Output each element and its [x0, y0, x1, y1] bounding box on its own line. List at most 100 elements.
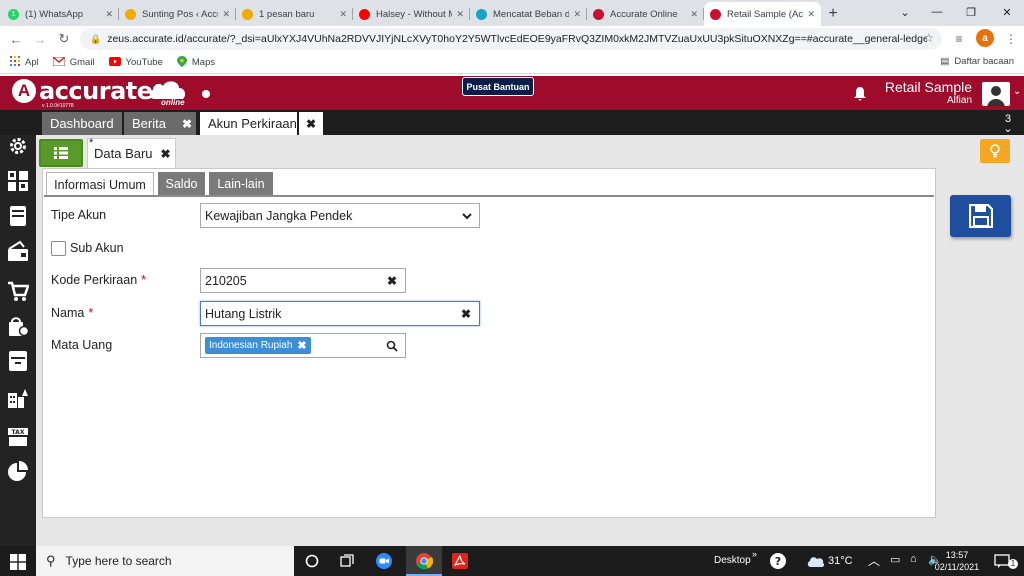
new-tab-button[interactable]: + — [821, 2, 845, 26]
help-center-button[interactable]: Pusat Bantuan — [462, 77, 534, 96]
name-input[interactable]: Hutang Listrik ✖ — [200, 301, 480, 326]
bookmark-star-icon[interactable]: ☆ — [923, 31, 934, 45]
account-code-input[interactable]: 210205 ✖ — [200, 268, 406, 293]
chrome-icon — [414, 551, 434, 571]
close-icon[interactable]: ✖ — [182, 117, 192, 131]
bookmark-youtube[interactable]: YouTube — [108, 56, 163, 69]
list-view-button[interactable] — [39, 139, 83, 167]
close-icon[interactable]: ✕ — [339, 9, 347, 20]
browser-tab[interactable]: Sunting Pos ‹ Accurate ✕ — [119, 2, 236, 26]
reading-queue-icon[interactable]: ≡ — [948, 28, 970, 50]
system-clock[interactable]: 13:57 02/11/2021 — [934, 549, 980, 573]
browser-tab[interactable]: 1 pesan baru ✕ — [236, 2, 353, 26]
zoom-app-icon[interactable] — [374, 551, 394, 571]
browser-tab[interactable]: Halsey - Without Me✕ — [353, 2, 470, 26]
menu-kebab-icon[interactable]: ⋮ — [1002, 28, 1020, 50]
reports-pie-chart-icon[interactable] — [7, 460, 29, 482]
browser-tab-title: Retail Sample (Accurate) — [727, 8, 804, 20]
close-icon[interactable]: ✕ — [222, 9, 230, 20]
toolbar-expand-icon[interactable]: » — [752, 549, 757, 559]
close-window-button[interactable]: ✕ — [990, 0, 1024, 24]
company-info[interactable]: Retail Sample Alfian — [860, 80, 972, 107]
bookmark-apps[interactable]: Apl — [10, 56, 39, 69]
accurate-icon — [593, 8, 604, 20]
desktop-toolbar-label[interactable]: Desktop — [714, 555, 751, 566]
profile-avatar[interactable]: a — [976, 29, 994, 47]
name-label: Nama * — [51, 306, 94, 320]
battery-icon[interactable]: ▭ — [890, 553, 900, 566]
clear-icon[interactable]: ✖ — [461, 307, 471, 321]
acrobat-pdf-icon[interactable] — [450, 551, 470, 571]
tips-button[interactable] — [980, 139, 1010, 163]
browser-tab-title: 1 pesan baru — [259, 8, 315, 20]
forward-icon[interactable]: → — [28, 27, 52, 51]
clear-icon[interactable]: ✖ — [387, 274, 397, 288]
minimize-button[interactable]: — — [920, 0, 954, 24]
sub-account-label: Sub Akun — [70, 241, 124, 255]
brand-wordmark: accurate — [39, 77, 153, 105]
back-icon[interactable]: ← — [4, 27, 28, 51]
account-type-select[interactable]: Kewajiban Jangka Pendek — [200, 203, 480, 228]
task-view-icon[interactable] — [337, 551, 357, 571]
taskbar-search-box[interactable]: ⚲ Type here to search — [36, 546, 294, 576]
browser-tab[interactable]: Retail Sample (Accurate)✕ — [704, 2, 821, 26]
browser-tab-strip: 1(1) WhatsApp✕Sunting Pos ‹ Accurate✕1 p… — [0, 0, 1024, 26]
close-icon[interactable]: ✕ — [573, 9, 581, 20]
browser-tab[interactable]: 1 (1) WhatsApp ✕ — [2, 2, 119, 26]
browser-tab-title: Accurate Online — [610, 8, 678, 20]
chevron-down-icon[interactable]: ⌄ — [1013, 86, 1021, 97]
tab-search-icon[interactable]: ⌄ — [888, 0, 922, 24]
restore-button[interactable]: ❐ — [954, 0, 988, 24]
help-question-icon[interactable]: ? — [768, 551, 788, 571]
ledger-book-icon[interactable] — [7, 205, 29, 227]
sales-bag-icon[interactable] — [7, 315, 29, 337]
reload-icon[interactable]: ↻ — [52, 27, 76, 51]
tax-icon[interactable]: TAX — [7, 425, 29, 447]
chevron-up-icon[interactable]: ︿ — [868, 552, 880, 569]
close-icon[interactable]: ✖ — [161, 147, 171, 161]
weather-cloud-icon[interactable] — [806, 551, 826, 571]
reading-list[interactable]: ▤ Daftar bacaan — [940, 56, 1014, 67]
network-icon[interactable]: ⌂ — [910, 553, 917, 565]
windows-start-icon[interactable] — [10, 554, 26, 570]
close-icon[interactable]: ✕ — [105, 9, 113, 20]
tab-akun-perkiraan[interactable]: Akun Perkiraan — [200, 112, 297, 135]
close-icon[interactable]: ✕ — [807, 9, 815, 20]
browser-tab[interactable]: Mencatat Beban dan✕ — [470, 2, 587, 26]
address-bar[interactable]: 🔒 zeus.accurate.id/accurate/?_dsi=aUlxYX… — [80, 28, 942, 50]
account-code-label: Kode Perkiraan * — [51, 273, 147, 287]
subtab-informasi-umum[interactable]: Informasi Umum — [46, 172, 154, 197]
settings-gear-icon[interactable] — [7, 135, 29, 157]
remove-chip-icon[interactable]: ✖ — [297, 339, 306, 352]
weather-temperature[interactable]: 31°C — [828, 555, 853, 567]
subtab-saldo[interactable]: Saldo — [158, 172, 205, 195]
browser-tab[interactable]: Accurate Online ✕ — [587, 2, 704, 26]
inventory-box-icon[interactable] — [7, 350, 29, 372]
url-text: zeus.accurate.id/accurate/?_dsi=aUlxYXJ4… — [107, 33, 928, 45]
sub-account-checkbox[interactable] — [51, 241, 66, 256]
currency-chip[interactable]: Indonesian Rupiah ✖ — [205, 337, 311, 354]
tab-count-badge[interactable]: 3 ⌄ — [998, 114, 1018, 135]
close-tab-akun-perkiraan-icon[interactable]: ✖ — [299, 112, 323, 135]
cash-bank-icon[interactable] — [7, 240, 29, 262]
user-avatar-icon[interactable] — [982, 82, 1010, 106]
search-icon[interactable] — [386, 340, 398, 352]
tab-dashboard[interactable]: Dashboard — [42, 112, 122, 135]
fixed-asset-building-icon[interactable] — [7, 387, 29, 409]
shopping-cart-icon[interactable] — [7, 280, 29, 302]
app-tab-bar: Dashboard Berita ✖ Akun Perkiraan ✖ 3 ⌄ — [0, 110, 1024, 135]
cortana-icon[interactable] — [302, 551, 322, 571]
close-icon[interactable]: ✕ — [456, 9, 464, 20]
tab-berita[interactable]: Berita ✖ — [124, 112, 196, 135]
close-icon[interactable]: ✕ — [690, 9, 698, 20]
unsaved-indicator: * — [89, 137, 94, 149]
bookmark-gmail[interactable]: Gmail — [52, 55, 95, 69]
save-button[interactable] — [950, 195, 1011, 237]
tab-data-baru[interactable]: * Data Baru ✖ — [87, 137, 176, 168]
currency-select[interactable]: Indonesian Rupiah ✖ — [200, 333, 406, 358]
accurate-logo[interactable]: A accurate online v 1.0.0#10778 — [12, 77, 186, 109]
bookmark-maps[interactable]: Maps — [176, 55, 215, 70]
modules-grid-icon[interactable] — [7, 170, 29, 192]
svg-text:TAX: TAX — [12, 429, 25, 436]
subtab-lain-lain[interactable]: Lain-lain — [209, 172, 273, 195]
